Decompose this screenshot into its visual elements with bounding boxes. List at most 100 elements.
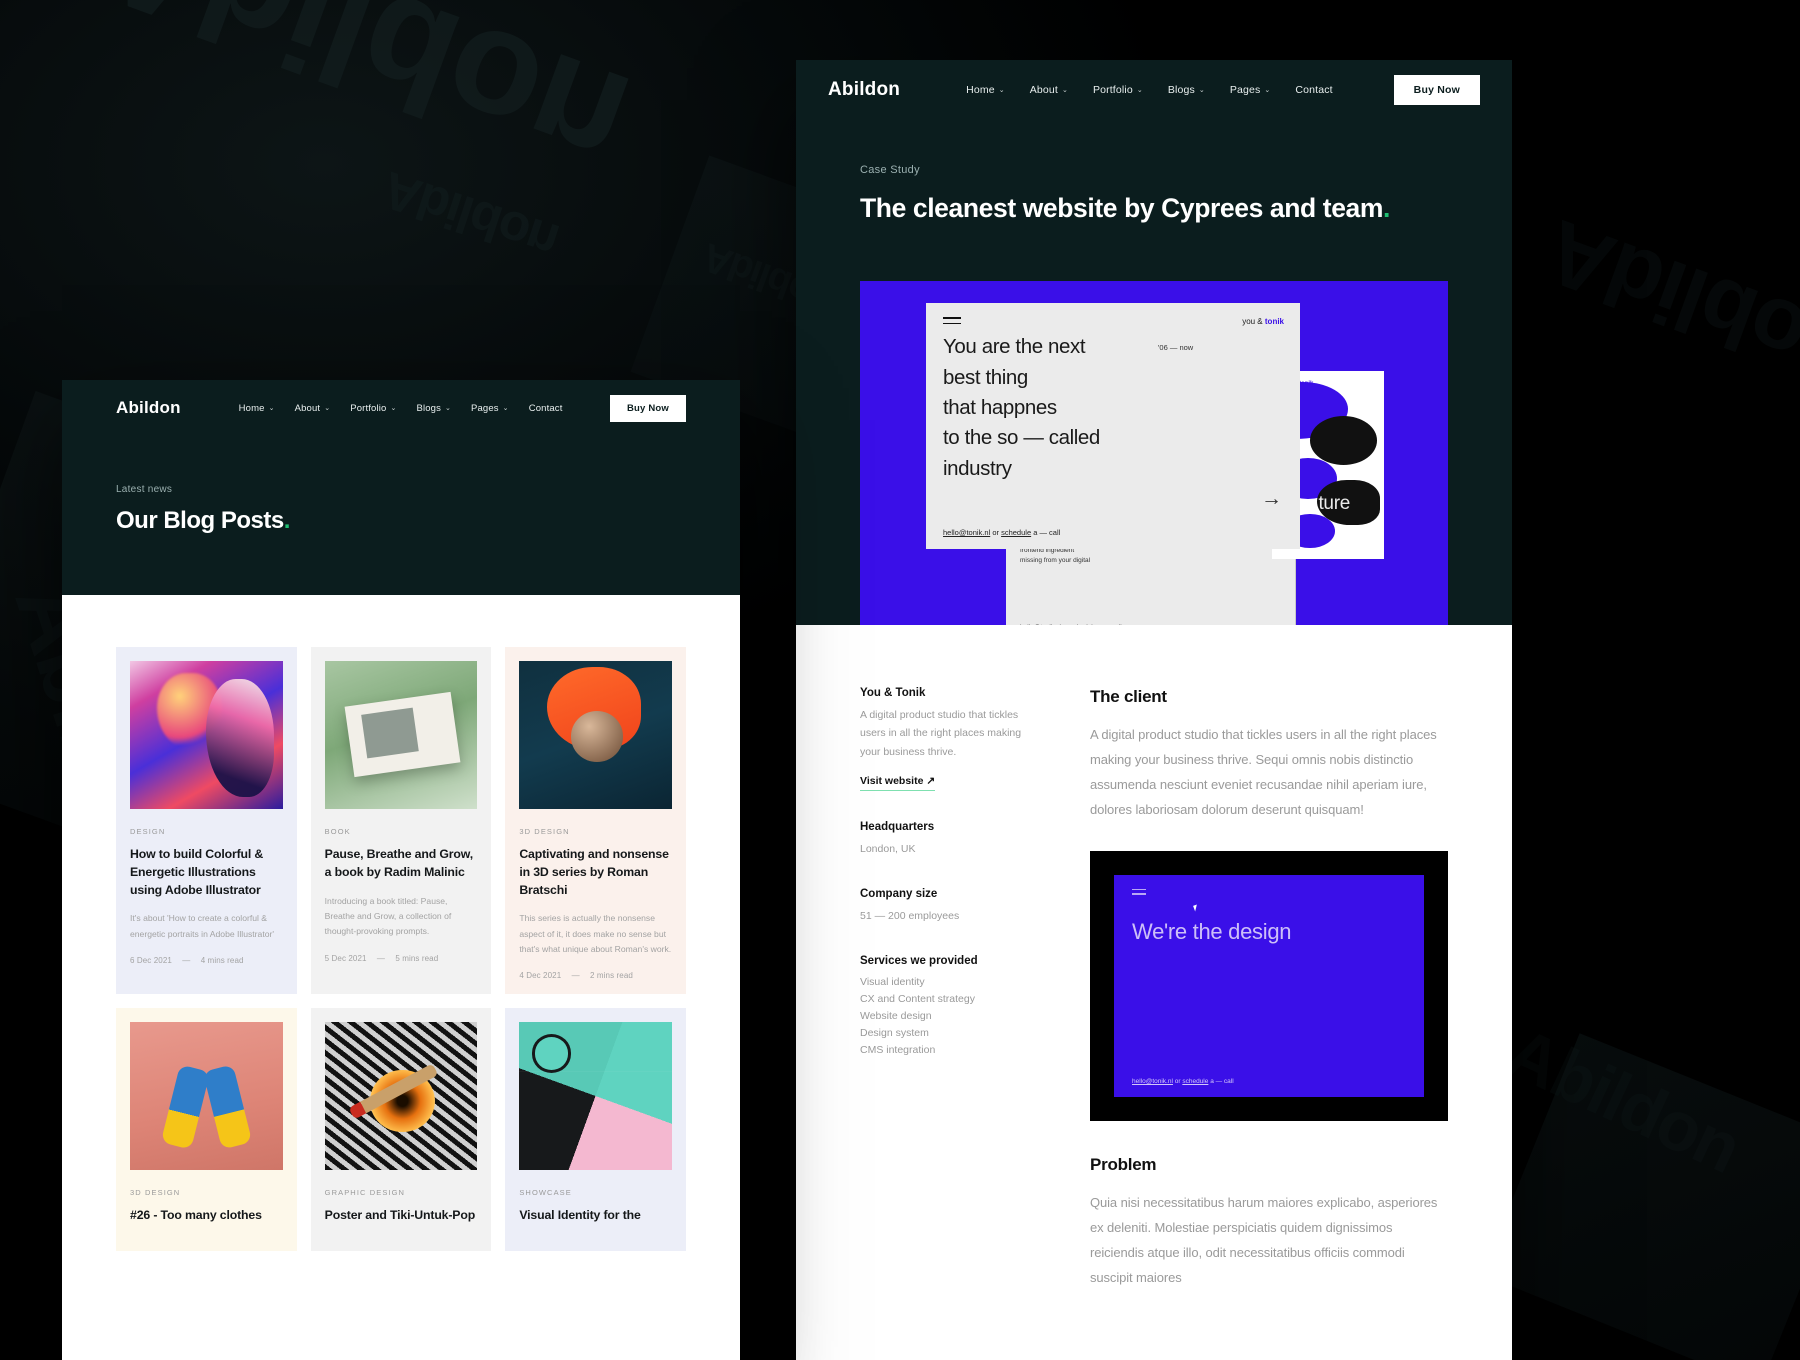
case-hero: Case Study The cleanest website by Cypre… bbox=[796, 120, 1512, 226]
nav-label: Blogs bbox=[1167, 84, 1195, 96]
blog-card[interactable]: SHOWCASE Visual Identity for the bbox=[505, 1008, 686, 1252]
visit-website-link[interactable]: Visit website ↗ bbox=[860, 775, 936, 791]
blog-hero: Latest news Our Blog Posts. bbox=[62, 436, 740, 595]
art-label-suffix: tonik bbox=[1299, 381, 1314, 388]
company-size-label: Company size bbox=[860, 888, 938, 901]
nav-item-portfolio[interactable]: Portfolio ⌄ bbox=[350, 403, 396, 414]
email-link[interactable]: hello@tonik.nl bbox=[1132, 1078, 1173, 1085]
blog-card-date: 6 Dec 2021 bbox=[130, 956, 172, 966]
blog-nav-links: Home ⌄ About ⌄ Portfolio ⌄ Blogs ⌄ Pages… bbox=[239, 403, 563, 414]
blog-window[interactable]: Abildon Home ⌄ About ⌄ Portfolio ⌄ Blogs… bbox=[62, 380, 740, 1360]
chevron-down-icon: ⌄ bbox=[1061, 87, 1068, 94]
page-title-text: Our Blog Posts bbox=[116, 507, 284, 534]
nav-item-contact[interactable]: Contact bbox=[1295, 84, 1332, 96]
case-sidebar: You & Tonik A digital product studio tha… bbox=[860, 687, 1038, 1291]
blog-card-date: 4 Dec 2021 bbox=[519, 971, 562, 981]
footer-or: or bbox=[1063, 624, 1069, 625]
screenshot-footer: hello@tonik.nl or schedule a — call bbox=[1132, 1078, 1234, 1085]
chevron-down-icon: ⌄ bbox=[1136, 87, 1143, 94]
hamburger-menu-icon[interactable] bbox=[943, 317, 961, 325]
nav-item-about[interactable]: About ⌄ bbox=[295, 403, 331, 414]
case-hero-visual-wrap: ture we're the design & frontend ingredi… bbox=[796, 281, 1512, 626]
blog-card-image bbox=[519, 661, 672, 809]
brand-logo[interactable]: Abildon bbox=[116, 398, 181, 418]
blog-card-image bbox=[130, 1022, 283, 1171]
footer-tail: a — call bbox=[1098, 624, 1121, 625]
case-study-window[interactable]: Abildon Home ⌄ About ⌄ Portfolio ⌄ Blogs… bbox=[796, 60, 1512, 1360]
nav-item-portfolio[interactable]: Portfolio ⌄ bbox=[1093, 84, 1143, 96]
title-accent-dot: . bbox=[1383, 193, 1391, 223]
backdrop-watermark: Abildon bbox=[77, 0, 647, 209]
arrow-right-icon[interactable]: → bbox=[1261, 488, 1282, 509]
case-screenshot[interactable]: We're the design hello@tonik.nl or sched… bbox=[1090, 850, 1448, 1121]
nav-item-blogs[interactable]: Blogs ⌄ bbox=[1168, 84, 1205, 96]
schedule-link[interactable]: schedule bbox=[1001, 528, 1031, 537]
blog-card-image bbox=[324, 1022, 478, 1171]
blog-card-title[interactable]: Visual Identity for the bbox=[519, 1207, 672, 1225]
cursor-icon bbox=[1193, 904, 1199, 912]
footer-tail: a — call bbox=[1033, 528, 1061, 538]
nav-label: Contact bbox=[528, 402, 563, 414]
nav-item-pages[interactable]: Pages ⌄ bbox=[1230, 84, 1271, 96]
case-title: The cleanest website by Cyprees and team… bbox=[860, 192, 1448, 225]
blog-card-title[interactable]: Captivating and nonsense in 3D series by… bbox=[519, 846, 672, 899]
nav-item-home[interactable]: Home ⌄ bbox=[239, 403, 275, 414]
footer-tail: a — call bbox=[1210, 1077, 1234, 1085]
hamburger-menu-icon[interactable] bbox=[1132, 888, 1146, 895]
blog-card-title[interactable]: Poster and Tiki-Untuk-Pop bbox=[325, 1207, 478, 1225]
hero-visual-word: ture bbox=[1318, 493, 1350, 515]
blog-card-meta: 5 Dec 2021 — 5 mins read bbox=[325, 954, 478, 963]
page-title: Our Blog Posts. bbox=[116, 507, 686, 535]
blog-navbar: Abildon Home ⌄ About ⌄ Portfolio ⌄ Blogs… bbox=[62, 380, 740, 436]
company-size-value: 51 — 200 employees bbox=[860, 910, 960, 923]
nav-label: Pages bbox=[1229, 84, 1261, 96]
blog-card-category: GRAPHIC DESIGN bbox=[324, 1188, 406, 1198]
email-link[interactable]: hello@tonik.nl bbox=[1020, 624, 1061, 625]
blog-card[interactable]: BOOK Pause, Breathe and Grow, a book by … bbox=[310, 647, 492, 995]
blog-card[interactable]: GRAPHIC DESIGN Poster and Tiki-Untuk-Pop bbox=[310, 1008, 492, 1252]
meta-separator: — bbox=[376, 953, 386, 963]
hero-primary-card: you & tonik '06 — now You are the next b… bbox=[926, 303, 1300, 550]
blog-card-title[interactable]: Pause, Breathe and Grow, a book by Radim… bbox=[325, 846, 478, 882]
nav-item-home[interactable]: Home ⌄ bbox=[966, 84, 1005, 96]
nav-item-pages[interactable]: Pages ⌄ bbox=[471, 403, 509, 414]
blog-card-excerpt: This series is actually the nonsense asp… bbox=[519, 913, 672, 955]
schedule-link[interactable]: schedule bbox=[1182, 1078, 1208, 1085]
footer-or: or bbox=[992, 528, 999, 538]
schedule-link[interactable]: schedule bbox=[1070, 624, 1096, 625]
meta-separator: — bbox=[571, 971, 580, 981]
blog-card-title[interactable]: #26 - Too many clothes bbox=[130, 1207, 283, 1225]
headquarters-block: Headquarters London, UK bbox=[860, 821, 1038, 858]
email-link[interactable]: hello@tonik.nl bbox=[943, 528, 990, 537]
blog-card[interactable]: 3D DESIGN Captivating and nonsense in 3D… bbox=[505, 647, 686, 995]
blog-eyebrow: Latest news bbox=[116, 484, 173, 495]
case-eyebrow: Case Study bbox=[860, 164, 920, 176]
hero-visual-headline: You are the next best thing that happnes… bbox=[943, 335, 1100, 480]
buy-now-button[interactable]: Buy Now bbox=[609, 394, 686, 422]
brand-logo[interactable]: Abildon bbox=[828, 79, 900, 101]
blog-card-readtime: 5 mins read bbox=[395, 953, 439, 963]
nav-item-about[interactable]: About ⌄ bbox=[1030, 84, 1068, 96]
hero-spacer bbox=[796, 225, 1512, 282]
blog-card[interactable]: 3D DESIGN #26 - Too many clothes bbox=[116, 1008, 297, 1252]
nav-label: Blogs bbox=[416, 402, 441, 414]
case-nav-links: Home ⌄ About ⌄ Portfolio ⌄ Blogs ⌄ Pages… bbox=[966, 84, 1333, 96]
title-accent-dot: . bbox=[283, 507, 291, 534]
blog-card[interactable]: DESIGN How to build Colorful & Energetic… bbox=[116, 647, 297, 995]
nav-item-contact[interactable]: Contact bbox=[529, 403, 563, 414]
blog-card-image bbox=[519, 1022, 672, 1171]
services-label: Services we provided bbox=[860, 955, 978, 968]
nav-item-blogs[interactable]: Blogs ⌄ bbox=[416, 403, 451, 414]
blog-card-title[interactable]: How to build Colorful & Energetic Illust… bbox=[130, 846, 283, 899]
section-heading-problem: Problem bbox=[1090, 1154, 1157, 1174]
nav-label: About bbox=[294, 402, 321, 414]
blog-card-readtime: 2 mins read bbox=[590, 971, 633, 981]
blog-card-excerpt: Introducing a book titled: Pause, Breath… bbox=[324, 895, 452, 937]
buy-now-button[interactable]: Buy Now bbox=[1393, 75, 1480, 105]
blog-card-grid: DESIGN How to build Colorful & Energetic… bbox=[116, 647, 686, 1252]
client-description: A digital product studio that tickles us… bbox=[860, 709, 1022, 758]
nav-label: Contact bbox=[1295, 84, 1333, 96]
blog-card-date: 5 Dec 2021 bbox=[324, 953, 367, 963]
hero-secondary-footer: hello@tonik.nl or schedule a — call bbox=[1020, 624, 1122, 625]
case-hero-visual[interactable]: ture we're the design & frontend ingredi… bbox=[860, 281, 1448, 626]
